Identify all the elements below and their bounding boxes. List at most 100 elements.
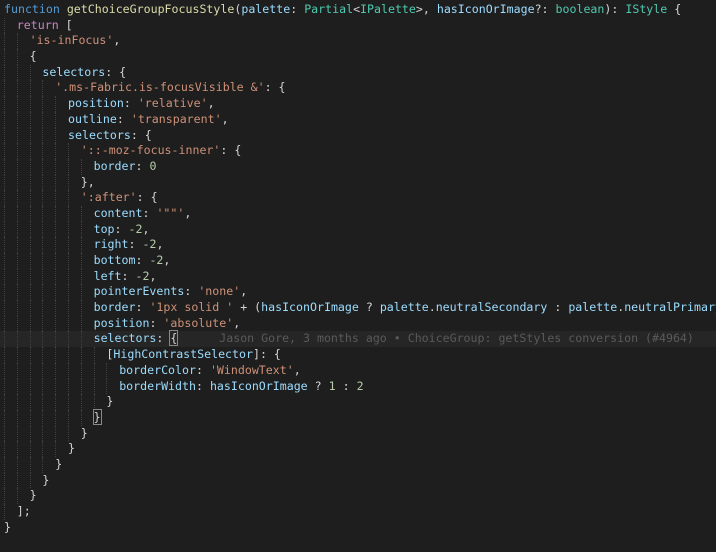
code-line[interactable]: } bbox=[0, 472, 716, 489]
code-line[interactable]: top: -2, bbox=[0, 221, 716, 238]
indent-guide bbox=[16, 158, 18, 175]
indent-guide bbox=[4, 158, 5, 175]
code-line[interactable]: content: '""', bbox=[0, 205, 716, 222]
code-token: 1 bbox=[328, 378, 336, 393]
indent-guide bbox=[16, 362, 18, 379]
code-token: : bbox=[116, 111, 131, 126]
indent-guide bbox=[42, 347, 44, 363]
code-token: boolean bbox=[555, 2, 605, 16]
code-line[interactable]: pointerEvents: 'none', bbox=[0, 284, 716, 301]
code-line[interactable]: border: '1px solid ' + (hasIconOrImage ?… bbox=[0, 300, 716, 316]
code-token: . bbox=[428, 300, 436, 315]
indent-guide bbox=[80, 237, 82, 253]
indent-guide bbox=[16, 300, 18, 316]
indent-guide bbox=[4, 488, 5, 504]
indent-guide bbox=[29, 80, 31, 97]
code-line[interactable]: borderWidth: hasIconOrImage ? 1 : 2 bbox=[0, 378, 716, 395]
indent-guide bbox=[68, 347, 69, 363]
code-token: : { bbox=[136, 190, 158, 205]
code-line[interactable]: right: -2, bbox=[0, 237, 716, 253]
indent-guide bbox=[42, 378, 44, 395]
code-token: selectors bbox=[93, 331, 157, 346]
indent-guide bbox=[16, 237, 18, 253]
code-line[interactable]: } bbox=[0, 456, 716, 473]
indent-guide bbox=[29, 284, 31, 301]
indent-guide bbox=[4, 64, 5, 81]
code-line[interactable]: } bbox=[0, 394, 716, 410]
code-token: left bbox=[93, 268, 122, 283]
code-line[interactable]: }, bbox=[0, 174, 716, 191]
code-token: return bbox=[16, 17, 59, 32]
indent-guide bbox=[4, 268, 5, 285]
code-line[interactable]: { bbox=[0, 49, 716, 65]
indent-guide bbox=[42, 158, 44, 175]
code-token: position bbox=[68, 96, 124, 111]
indent-guide bbox=[55, 96, 57, 112]
code-editor[interactable]: function getChoiceGroupFocusStyle(palett… bbox=[0, 0, 716, 552]
indent-guide bbox=[4, 190, 5, 206]
indent-guide bbox=[106, 378, 108, 395]
indent-guide bbox=[16, 315, 18, 332]
code-line[interactable]: left: -2, bbox=[0, 268, 716, 285]
indent-guide bbox=[55, 300, 57, 316]
indent-guide bbox=[4, 362, 5, 379]
code-line[interactable]: [HighContrastSelector]: { bbox=[0, 347, 716, 363]
indent-guide bbox=[42, 284, 44, 301]
indent-guide bbox=[4, 17, 5, 34]
indent-guide bbox=[29, 190, 31, 206]
code-line[interactable]: selectors: { bbox=[0, 64, 716, 81]
indent-guide bbox=[29, 143, 31, 159]
code-line[interactable]: 'is-inFocus', bbox=[0, 33, 716, 50]
code-token: : bbox=[195, 362, 210, 377]
indent-guide bbox=[16, 111, 18, 128]
code-token: 'relative' bbox=[137, 96, 208, 111]
code-token: : { bbox=[220, 143, 242, 158]
indent-guide bbox=[68, 143, 69, 159]
indent-guide bbox=[68, 378, 69, 395]
indent-guide bbox=[55, 347, 57, 363]
code-line[interactable]: position: 'relative', bbox=[0, 96, 716, 112]
code-line[interactable]: return [ bbox=[0, 17, 716, 34]
code-line[interactable]: } bbox=[0, 425, 716, 442]
indent-guide bbox=[16, 331, 18, 348]
code-line[interactable]: } bbox=[0, 408, 716, 426]
code-token: -2 bbox=[142, 237, 157, 252]
code-line[interactable]: } bbox=[0, 488, 716, 504]
indent-guide bbox=[16, 268, 18, 285]
code-line[interactable]: outline: 'transparent', bbox=[0, 111, 716, 128]
code-line[interactable]: selectors: { Jason Gore, 3 months ago • … bbox=[0, 330, 716, 348]
indent-guide bbox=[42, 174, 44, 191]
code-token: HighContrastSelector bbox=[113, 347, 253, 362]
indent-guide bbox=[55, 394, 57, 410]
code-line[interactable]: ':after': { bbox=[0, 190, 716, 206]
code-line[interactable]: } bbox=[0, 441, 716, 457]
code-line[interactable]: '::-moz-focus-inner': { bbox=[0, 143, 716, 159]
indent-guide bbox=[16, 49, 18, 65]
code-token: hasIconOrImage bbox=[209, 378, 308, 393]
code-token: '::-moz-focus-inner' bbox=[80, 143, 221, 158]
indent-guide bbox=[4, 237, 5, 253]
code-line[interactable]: ]; bbox=[0, 504, 716, 520]
code-token: 'absolute' bbox=[163, 315, 234, 330]
indent-guide bbox=[68, 190, 69, 206]
code-line[interactable]: '.ms-Fabric.is-focusVisible &': { bbox=[0, 80, 716, 97]
code-token: : bbox=[135, 158, 150, 173]
code-token: 'none' bbox=[198, 284, 241, 299]
code-line[interactable]: function getChoiceGroupFocusStyle(palett… bbox=[0, 2, 716, 18]
code-token: , bbox=[240, 284, 248, 299]
code-token: content bbox=[93, 205, 143, 220]
indent-guide bbox=[55, 425, 57, 442]
code-line[interactable]: selectors: { bbox=[0, 127, 716, 144]
code-token: } bbox=[80, 425, 88, 440]
code-line[interactable]: border: 0 bbox=[0, 158, 716, 175]
code-token: , bbox=[163, 253, 171, 267]
indent-guide bbox=[29, 425, 31, 442]
code-token: , bbox=[156, 237, 164, 252]
code-line[interactable]: bottom: -2, bbox=[0, 253, 716, 269]
code-line[interactable]: borderColor: 'WindowText', bbox=[0, 362, 716, 379]
code-line[interactable]: position: 'absolute', bbox=[0, 315, 716, 332]
code-line[interactable]: } bbox=[0, 520, 716, 536]
code-token: ]: { bbox=[252, 347, 281, 362]
code-token: : bbox=[547, 300, 569, 315]
indent-guide bbox=[4, 456, 5, 473]
